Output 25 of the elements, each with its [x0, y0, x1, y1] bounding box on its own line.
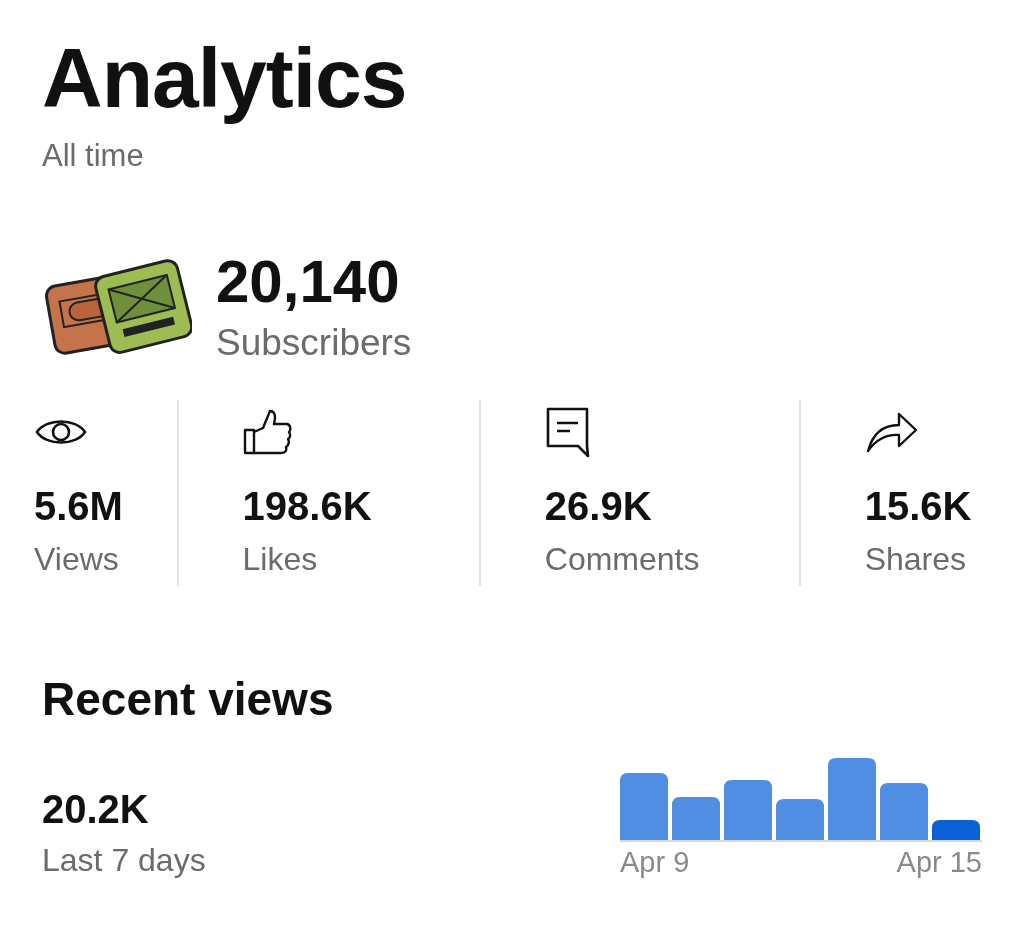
chart-bar	[932, 820, 980, 840]
axis-label: Apr 9	[620, 846, 690, 879]
subscriber-label: Subscribers	[216, 322, 412, 364]
stat-label: Views	[34, 541, 119, 578]
chart-bar	[880, 783, 928, 840]
comment-icon	[544, 406, 591, 458]
chart-bar	[724, 780, 772, 840]
thumbs-up-icon	[242, 408, 293, 456]
axis-label: Apr 15	[896, 846, 982, 879]
period-label: All time	[42, 138, 145, 174]
chart-bar	[620, 773, 668, 840]
section-title: Recent views	[42, 672, 335, 726]
stat-value: 15.6K	[864, 484, 972, 529]
stat-value: 26.9K	[544, 484, 652, 529]
chart-bar	[776, 799, 824, 840]
stat-label: Shares	[864, 541, 967, 578]
stat-value: 5.6M	[34, 484, 123, 529]
share-icon	[864, 410, 919, 454]
period-label: Last 7 days	[42, 842, 206, 879]
subscriber-count: 20,140	[216, 252, 401, 312]
stat-label: Likes	[242, 541, 318, 578]
stat-label: Comments	[544, 541, 700, 578]
recent-views-value: 20.2K	[42, 787, 150, 832]
stat-value: 198.6K	[242, 484, 372, 529]
chart-bar	[672, 797, 720, 840]
